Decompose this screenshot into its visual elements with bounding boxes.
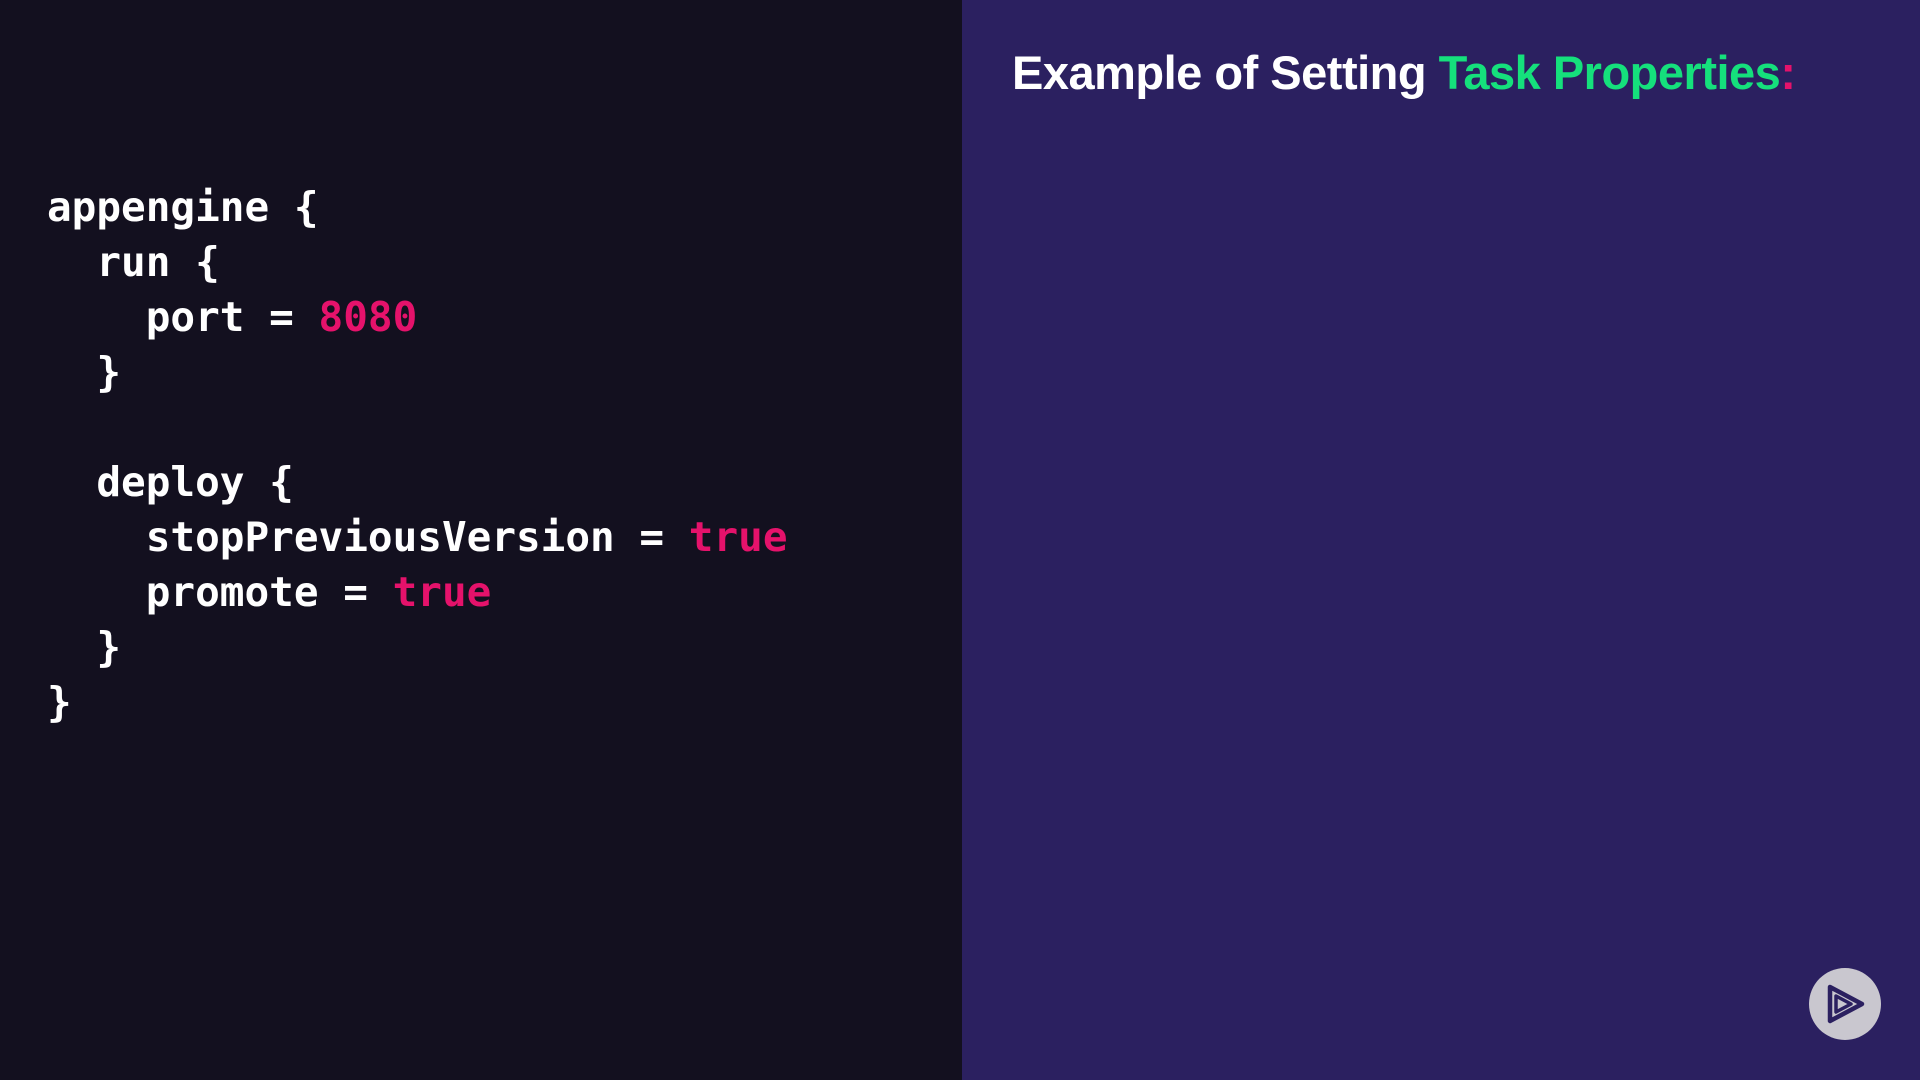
code-line: port = 8080	[47, 290, 788, 345]
code-token: stopPreviousVersion =	[47, 513, 689, 561]
title-prefix: Example of Setting	[1012, 46, 1439, 99]
code-line: }	[47, 345, 788, 400]
code-boolean-literal: true	[392, 568, 492, 616]
code-token: port =	[47, 293, 319, 341]
code-line: appengine {	[47, 180, 788, 235]
slide: appengine { run { port = 8080 } deploy {…	[0, 0, 1920, 1080]
slide-title: Example of Setting Task Properties:	[1012, 44, 1796, 102]
play-logo-icon	[1827, 984, 1865, 1024]
code-line: run {	[47, 235, 788, 290]
code-token: }	[47, 623, 122, 671]
code-token: }	[47, 348, 122, 396]
code-line: }	[47, 675, 788, 730]
code-number-literal: 8080	[318, 293, 418, 341]
title-suffix: :	[1780, 46, 1796, 99]
code-token: run {	[47, 238, 220, 286]
content-panel: Example of Setting Task Properties:	[962, 0, 1920, 1080]
code-token: appengine {	[47, 183, 319, 231]
title-highlight: Task Properties	[1438, 46, 1781, 99]
play-logo-button[interactable]	[1809, 968, 1881, 1040]
code-block: appengine { run { port = 8080 } deploy {…	[47, 180, 788, 730]
code-line: stopPreviousVersion = true	[47, 510, 788, 565]
code-panel: appengine { run { port = 8080 } deploy {…	[0, 0, 962, 1080]
code-line: promote = true	[47, 565, 788, 620]
code-line: deploy {	[47, 455, 788, 510]
code-token: deploy {	[47, 458, 294, 506]
code-boolean-literal: true	[688, 513, 788, 561]
code-token: }	[47, 678, 72, 726]
code-token: promote =	[47, 568, 393, 616]
code-line: }	[47, 620, 788, 675]
